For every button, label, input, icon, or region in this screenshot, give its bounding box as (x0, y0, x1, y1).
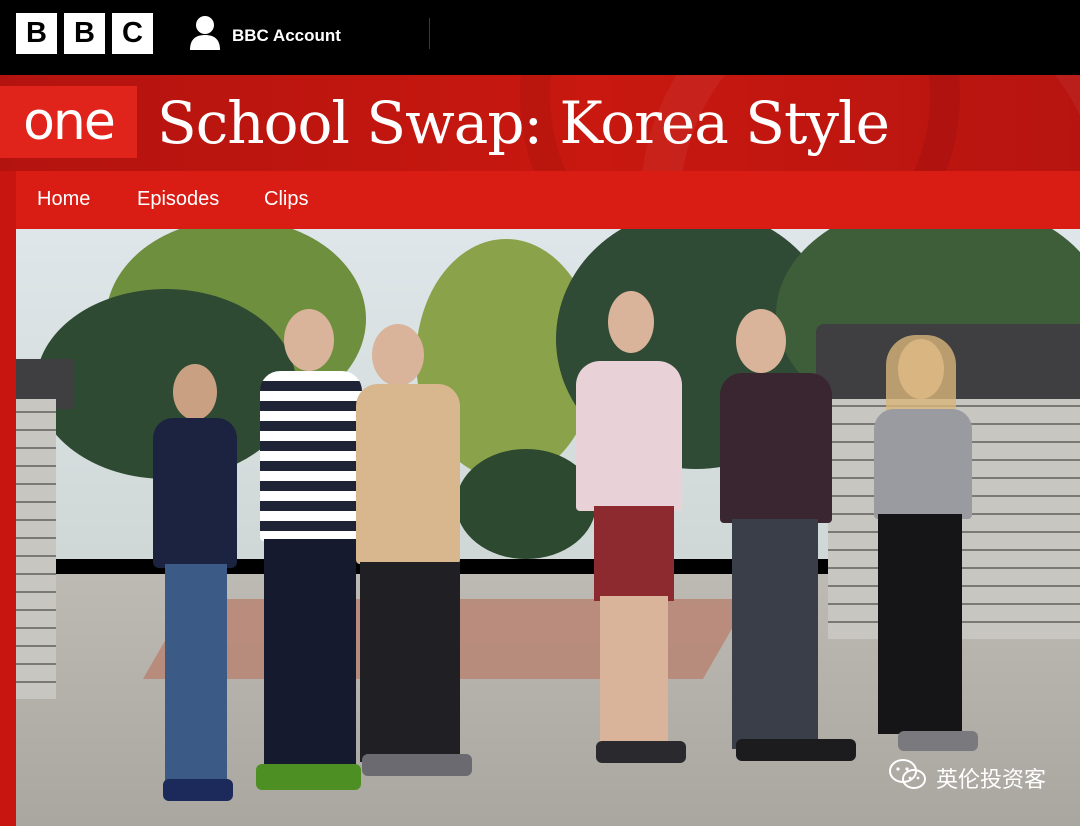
person (720, 309, 856, 774)
hero-image[interactable]: 英伦投资客 (16, 229, 1080, 826)
user-icon (188, 15, 222, 56)
left-edge-strip (0, 171, 16, 826)
bbc-account-link[interactable]: BBC Account (188, 15, 341, 56)
bbc-one-logo[interactable]: one (0, 86, 137, 158)
topbar-divider (429, 18, 430, 49)
person (143, 364, 243, 814)
person (868, 335, 978, 759)
stone-wall (16, 399, 56, 699)
watermark-text: 英伦投资客 (935, 768, 1046, 793)
nav-item-clips[interactable]: Clips (264, 188, 308, 211)
bbc-logo-letter: B (64, 13, 105, 54)
wechat-watermark: 英伦投资客 (888, 758, 1046, 798)
bbc-logo-letter: C (112, 13, 153, 54)
bbc-logo[interactable]: B B C (16, 13, 153, 54)
programme-header: one School Swap: Korea Style (0, 75, 1080, 173)
wechat-icon (888, 758, 928, 798)
account-label: BBC Account (232, 25, 341, 45)
nav-item-home[interactable]: Home (37, 188, 90, 211)
bbc-top-bar: B B C BBC Account (0, 0, 1080, 75)
person (256, 309, 366, 809)
bbc-logo-letter: B (16, 13, 57, 54)
tree (456, 449, 596, 559)
nav-item-episodes[interactable]: Episodes (137, 188, 219, 211)
person (354, 324, 472, 794)
person (576, 291, 686, 776)
programme-nav: Home Episodes Clips (16, 171, 1080, 229)
page-title[interactable]: School Swap: Korea Style (157, 89, 890, 157)
